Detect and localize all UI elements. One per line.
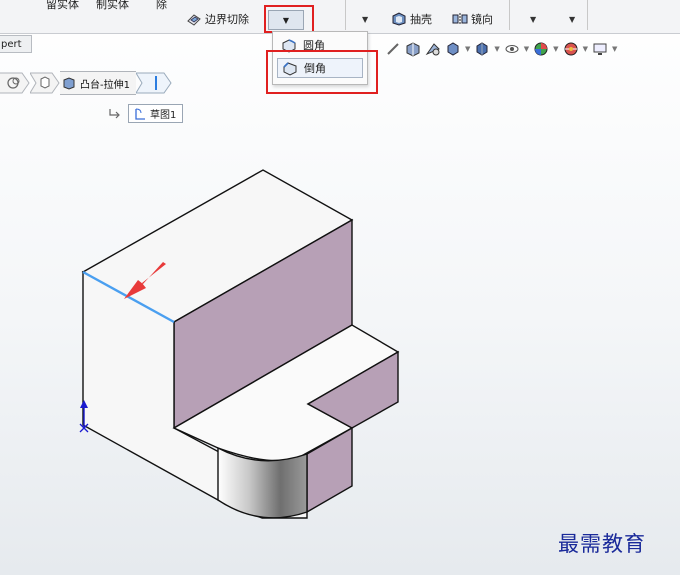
watermark: 最需教育 xyxy=(558,532,646,556)
model-viewport[interactable] xyxy=(0,0,680,575)
